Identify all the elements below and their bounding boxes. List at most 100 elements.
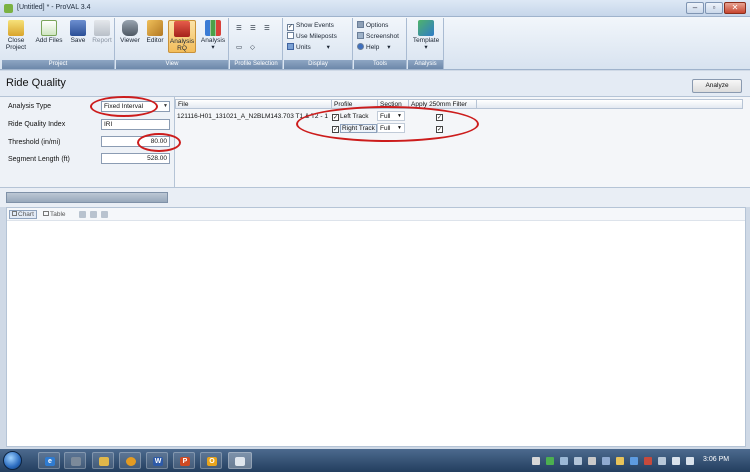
column-header-section[interactable]: Section bbox=[378, 100, 409, 109]
screenshot-button[interactable]: Screenshot bbox=[357, 32, 399, 41]
camera-icon bbox=[357, 32, 364, 39]
tools-group-label: Tools bbox=[354, 60, 406, 69]
taskbar: e W P O 3:06 PM bbox=[0, 449, 750, 472]
add-files-button[interactable]: Add Files bbox=[34, 20, 64, 44]
analysis-type-select[interactable]: Fixed Interval ▼ bbox=[101, 101, 170, 112]
section-select-left[interactable]: Full ▼ bbox=[377, 111, 405, 121]
help-icon bbox=[357, 43, 364, 50]
rqi-value: IRI bbox=[104, 121, 113, 128]
analysis-type-value: Fixed Interval bbox=[104, 103, 144, 110]
filter-checkbox-right[interactable]: ✓ bbox=[436, 124, 444, 133]
taskbar-app-2[interactable] bbox=[64, 452, 86, 469]
table-header: File Profile Section Apply 250mm Filter bbox=[175, 99, 743, 109]
car-icon bbox=[174, 21, 190, 37]
tray-icon-3[interactable] bbox=[560, 457, 568, 465]
tray-icon-8[interactable] bbox=[630, 457, 638, 465]
network-icon bbox=[71, 457, 81, 466]
align-right-icon: ☰ bbox=[264, 25, 270, 32]
analysis-group: Template ▾ Analysis bbox=[408, 18, 444, 69]
save-label: Save bbox=[70, 37, 86, 44]
clock[interactable]: 3:06 PM bbox=[703, 456, 729, 463]
tray-icon-5[interactable] bbox=[588, 457, 596, 465]
tab-chart[interactable]: Chart bbox=[9, 210, 37, 219]
chart-icon bbox=[12, 211, 17, 216]
checkbox-checked-icon[interactable]: ✓ bbox=[332, 126, 339, 133]
chart-toolbar: Chart Table bbox=[7, 208, 745, 221]
tray-icon-4[interactable] bbox=[574, 457, 582, 465]
tray-shield-icon[interactable] bbox=[546, 457, 554, 465]
tab-table[interactable]: Table bbox=[41, 210, 68, 219]
add-file-icon bbox=[41, 20, 57, 36]
ride-quality-header: Ride Quality Analyze bbox=[0, 71, 750, 97]
template-button[interactable]: Template ▾ bbox=[410, 20, 442, 51]
align-center-button[interactable]: ☰ bbox=[250, 24, 256, 33]
use-mileposts-toggle[interactable]: Use Mileposts bbox=[287, 32, 337, 41]
close-project-label-2: Project bbox=[5, 44, 27, 51]
checkbox-checked-icon[interactable]: ✓ bbox=[332, 114, 339, 121]
profile-selection-group-label: Profile Selection bbox=[230, 60, 282, 69]
table-row[interactable]: ✓ Left Track bbox=[332, 112, 369, 121]
minimize-button[interactable]: – bbox=[686, 2, 704, 14]
editor-label: Editor bbox=[146, 37, 164, 44]
report-icon bbox=[94, 20, 110, 36]
threshold-label: Threshold (in/mi) bbox=[8, 139, 61, 146]
help-label: Help bbox=[366, 44, 380, 51]
segment-length-input[interactable]: 528.00 bbox=[101, 153, 170, 164]
start-button[interactable] bbox=[3, 451, 22, 470]
save-button[interactable]: Save bbox=[66, 20, 90, 44]
analysis-rq-button[interactable]: Analysis RQ bbox=[168, 20, 196, 53]
threshold-input[interactable]: 80.00 bbox=[101, 136, 170, 147]
tray-icon-1[interactable] bbox=[532, 457, 540, 465]
taskbar-app-7[interactable]: O bbox=[200, 452, 222, 469]
tray-icon-6[interactable] bbox=[602, 457, 610, 465]
rqi-select[interactable]: IRI bbox=[101, 119, 170, 130]
help-button[interactable]: Help ▾ bbox=[357, 43, 390, 52]
taskbar-media[interactable] bbox=[119, 452, 141, 469]
options-button[interactable]: Options bbox=[357, 21, 388, 30]
copy-icon[interactable] bbox=[79, 211, 86, 218]
filter-checkbox-left[interactable]: ✓ bbox=[436, 112, 444, 121]
title-bar: [Untitled] * - ProVAL 3.4 – ▫ ✕ bbox=[0, 0, 750, 17]
network-status-icon[interactable] bbox=[672, 457, 680, 465]
column-header-filter[interactable]: Apply 250mm Filter bbox=[409, 100, 477, 109]
section-select-right[interactable]: Full ▼ bbox=[377, 123, 405, 133]
taskbar-powerpoint[interactable]: P bbox=[173, 452, 195, 469]
proval-icon bbox=[235, 457, 245, 466]
file-name-cell[interactable]: 121116-H01_131021_A_N2BLM143.703 T1 & T2… bbox=[177, 112, 328, 121]
tray-icon-7[interactable] bbox=[616, 457, 624, 465]
display-group-label: Display bbox=[284, 60, 352, 69]
align-right-button[interactable]: ☰ bbox=[264, 24, 270, 33]
tray-icon-9[interactable] bbox=[644, 457, 652, 465]
screenshot-label: Screenshot bbox=[366, 33, 399, 40]
maximize-button[interactable]: ▫ bbox=[705, 2, 723, 14]
taskbar-proval[interactable] bbox=[228, 452, 252, 469]
volume-icon[interactable] bbox=[686, 457, 694, 465]
column-header-profile[interactable]: Profile bbox=[332, 100, 378, 109]
tray-icon-10[interactable] bbox=[658, 457, 666, 465]
editor-button[interactable]: Editor bbox=[143, 20, 167, 44]
viewer-button[interactable]: Viewer bbox=[118, 20, 142, 44]
column-header-file[interactable]: File bbox=[176, 100, 332, 109]
save-image-icon[interactable] bbox=[90, 211, 97, 218]
word-icon: W bbox=[153, 457, 163, 466]
print-icon[interactable] bbox=[101, 211, 108, 218]
taskbar-ie[interactable]: e bbox=[38, 452, 60, 469]
select-box-button[interactable]: ▭ bbox=[236, 43, 242, 52]
report-button[interactable]: Report bbox=[90, 20, 114, 44]
align-center-icon: ☰ bbox=[250, 25, 256, 32]
eraser-icon: ◇ bbox=[250, 44, 255, 51]
analysis-type-label: Analysis Type bbox=[8, 103, 52, 110]
analysis-button[interactable]: Analysis ▾ bbox=[199, 20, 227, 51]
taskbar-explorer[interactable] bbox=[92, 452, 114, 469]
analyze-button[interactable]: Analyze bbox=[692, 79, 742, 93]
eraser-button[interactable]: ◇ bbox=[250, 43, 255, 52]
page-title: Ride Quality bbox=[6, 77, 66, 89]
close-window-button[interactable]: ✕ bbox=[724, 2, 746, 14]
close-project-button[interactable]: Close Project bbox=[4, 20, 28, 51]
taskbar-word[interactable]: W bbox=[146, 452, 168, 469]
units-dropdown[interactable]: Units ▾ bbox=[287, 43, 330, 52]
show-events-toggle[interactable]: ✓ Show Events bbox=[287, 21, 334, 31]
align-left-button[interactable]: ☰ bbox=[236, 24, 242, 33]
table-row[interactable]: ✓ Right Track bbox=[332, 124, 377, 133]
profile-right-track: Right Track bbox=[340, 124, 377, 133]
